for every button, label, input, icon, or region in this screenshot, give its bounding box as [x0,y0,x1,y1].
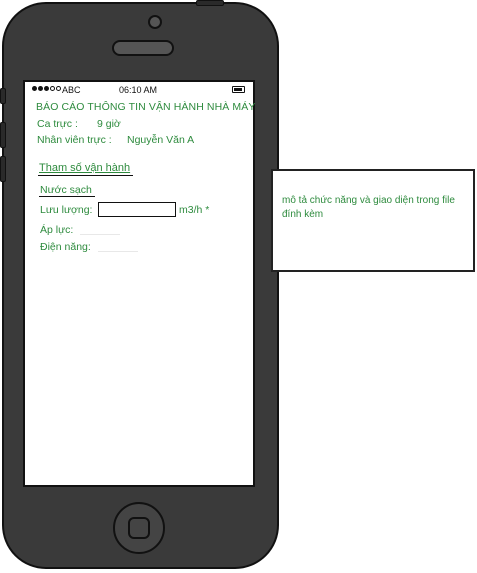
annotation-note-text: mô tả chức năng và giao diện trong file … [282,195,455,220]
shift-label: Ca trực : [37,118,78,130]
camera-icon [148,15,162,29]
section-title: Tham số vận hành [39,162,131,174]
flow-input[interactable] [98,202,176,217]
pressure-input[interactable] [80,234,120,235]
speaker-icon [112,40,174,56]
subsection-divider [39,196,95,197]
battery-icon [232,86,245,93]
phone-mute-switch [0,88,6,104]
phone-volume-down [0,156,6,182]
flow-label: Lưu lượng: [40,204,93,216]
home-button-icon [128,517,150,539]
signal-icon [32,86,61,91]
energy-input[interactable] [98,251,138,252]
carrier-name: ABC [62,85,81,95]
phone-power-button [196,0,224,6]
energy-label: Điện năng: [40,241,91,253]
staff-value: Nguyễn Văn A [127,134,195,146]
section-divider [38,175,133,176]
shift-value: 9 giờ [97,118,121,130]
page-title: BÁO CÁO THÔNG TIN VẬN HÀNH NHÀ MÁY [36,101,256,113]
flow-unit: m3/h * [179,204,210,216]
phone-volume-up [0,122,6,148]
staff-label: Nhân viên trực : [37,134,112,146]
pressure-label: Áp lực: [40,224,74,236]
status-time: 06:10 AM [119,85,158,95]
subsection-title: Nước sạch [40,184,92,196]
